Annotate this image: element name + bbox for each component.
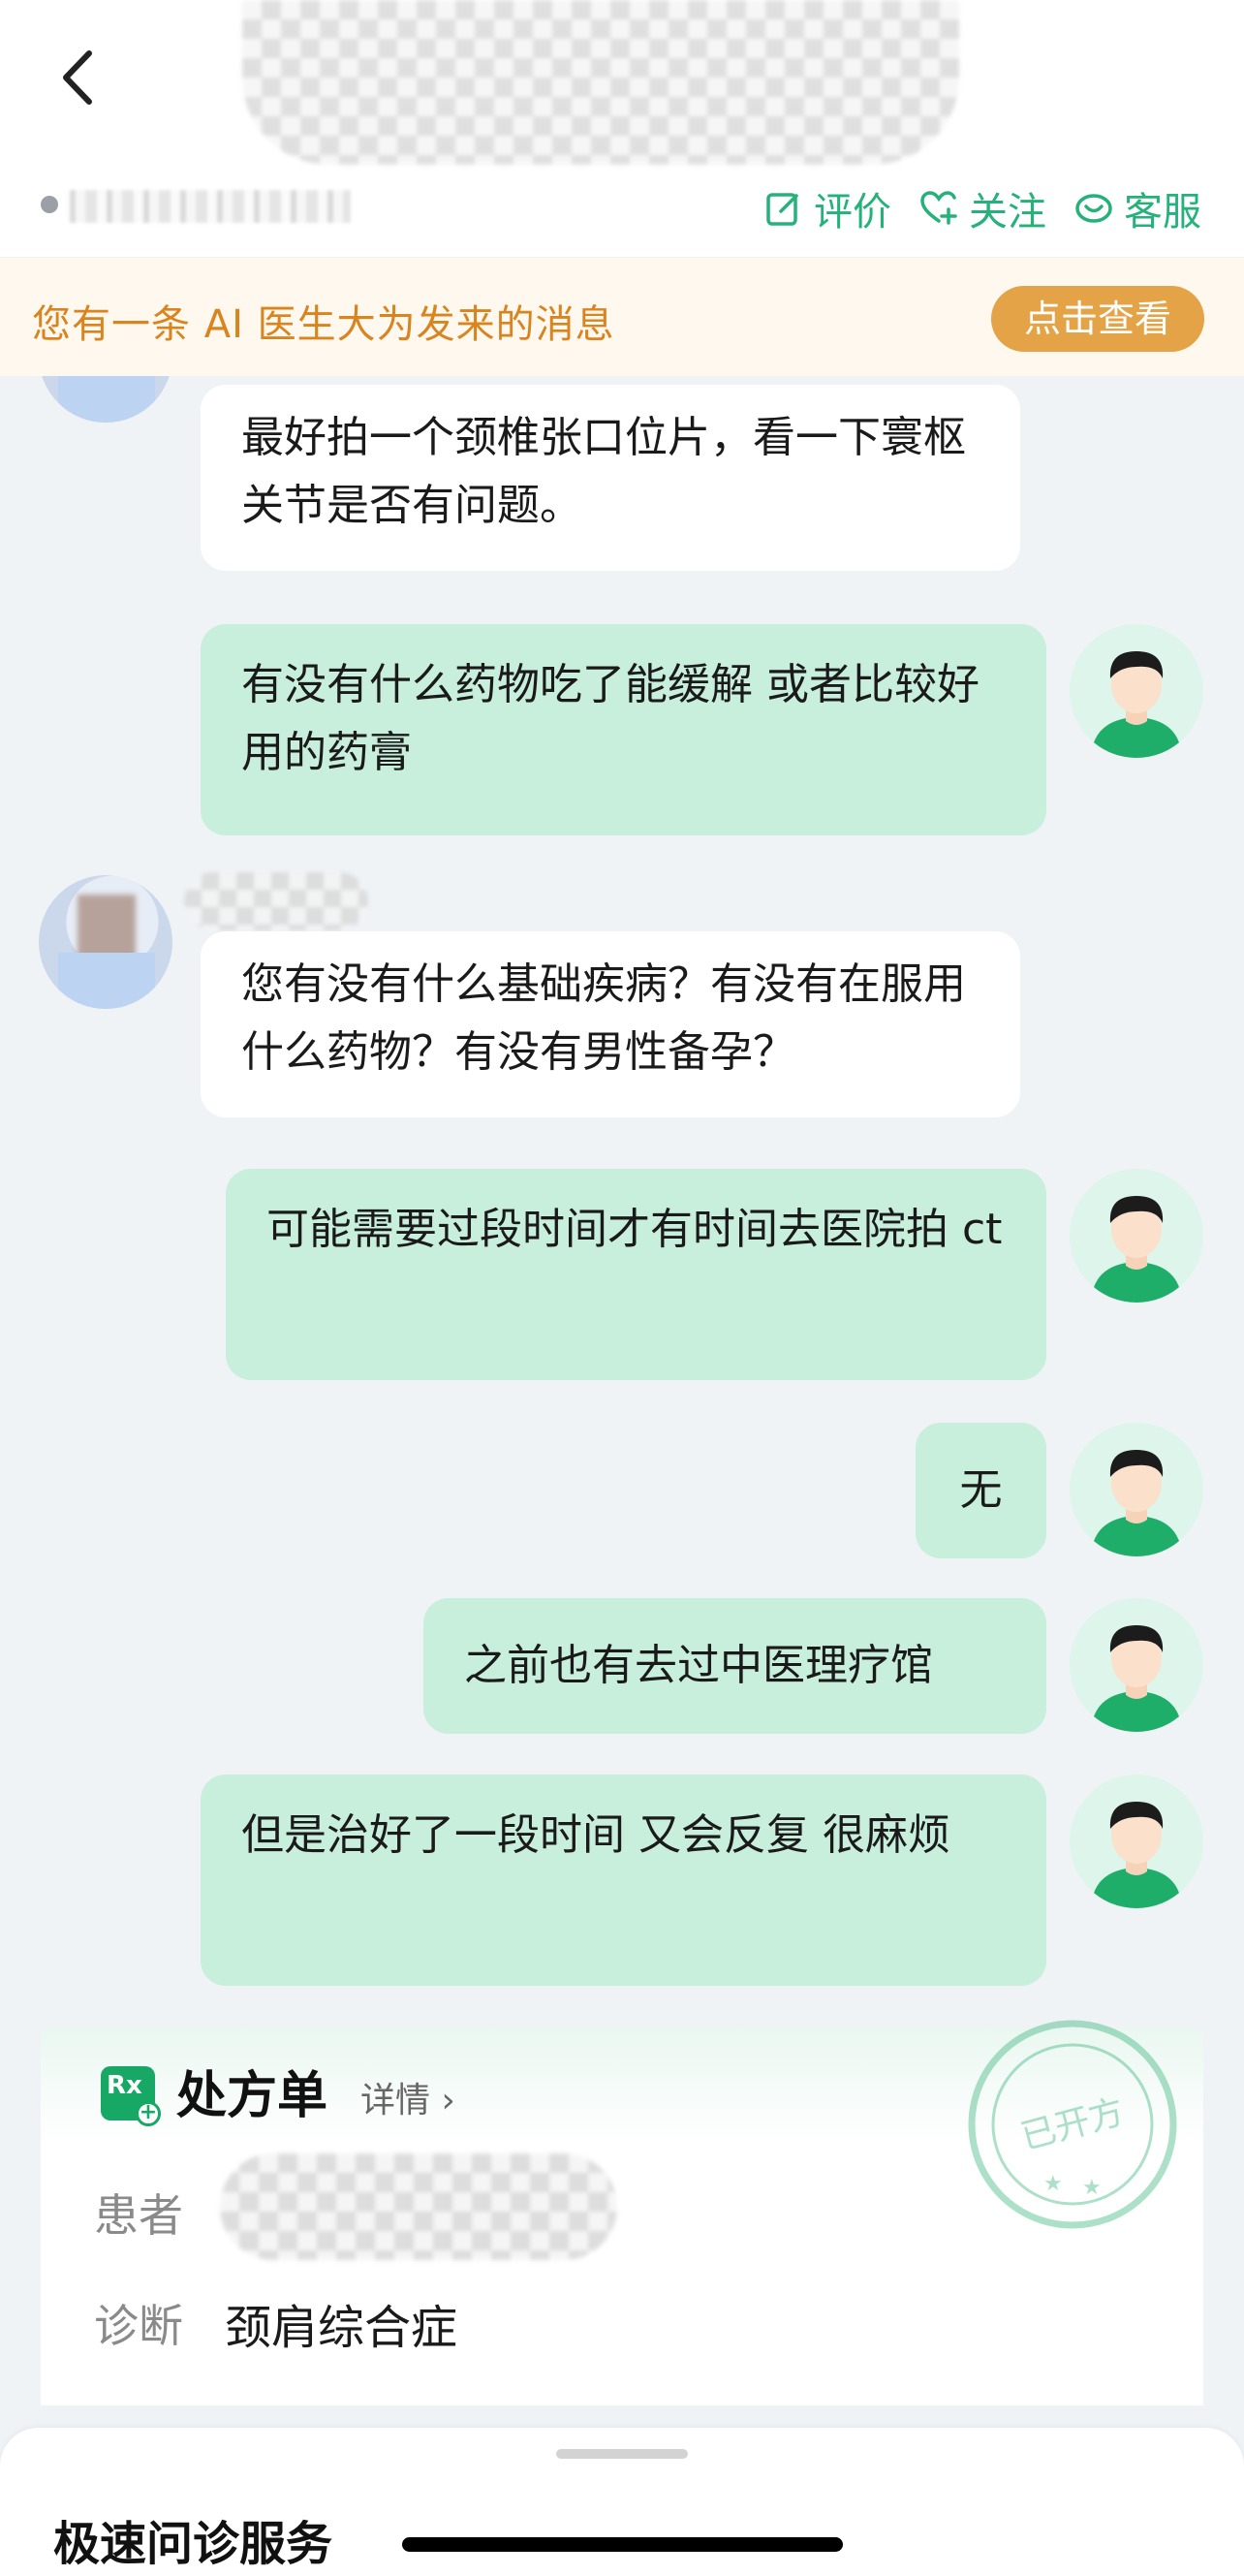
user-avatar[interactable] bbox=[1070, 1169, 1203, 1303]
patient-label: 患者 bbox=[94, 2189, 183, 2242]
user-message-bubble: 之前也有去过中医理疗馆 bbox=[423, 1598, 1046, 1734]
chat-list[interactable]: 最好拍一个颈椎张口位片，看一下寰枢关节是否有问题。 有没有什么药物吃了能缓解 或… bbox=[0, 376, 1244, 2024]
doctor-title-redacted bbox=[242, 0, 959, 165]
chevron-left-icon bbox=[63, 50, 92, 105]
stamp-text: 已开方 bbox=[1017, 2092, 1129, 2158]
notice-text: 您有一条 AI 医生大为发来的消息 bbox=[32, 302, 615, 347]
status-dot bbox=[41, 196, 58, 213]
user-avatar[interactable] bbox=[1070, 1598, 1203, 1732]
diagnosis-value: 颈肩综合症 bbox=[225, 2301, 458, 2355]
header-actions: 评价 关注 客服 bbox=[763, 180, 1201, 236]
doctor-message-bubble: 最好拍一个颈椎张口位片，看一下寰枢关节是否有问题。 bbox=[201, 385, 1020, 571]
rate-label: 评价 bbox=[814, 190, 891, 235]
user-avatar[interactable] bbox=[1070, 1423, 1203, 1556]
user-avatar[interactable] bbox=[1070, 624, 1203, 758]
follow-label: 关注 bbox=[969, 190, 1046, 235]
customer-service-button[interactable]: 客服 bbox=[1073, 180, 1201, 236]
customer-service-label: 客服 bbox=[1124, 190, 1201, 235]
rate-button[interactable]: 评价 bbox=[763, 180, 891, 236]
user-avatar-icon bbox=[1070, 1775, 1203, 1908]
user-avatar-icon bbox=[1070, 1598, 1203, 1732]
user-avatar[interactable] bbox=[1070, 1775, 1203, 1908]
diagnosis-label: 诊断 bbox=[94, 2300, 183, 2352]
user-avatar-icon bbox=[1070, 624, 1203, 758]
prescription-detail-link[interactable]: 详情 › bbox=[360, 2072, 455, 2122]
doctor-message-bubble: 您有没有什么基础疾病？有没有在服用什么药物？有没有男性备孕？ bbox=[201, 931, 1020, 1117]
user-avatar-icon bbox=[1070, 1423, 1203, 1556]
svg-text:★: ★ bbox=[1082, 2176, 1102, 2200]
heart-plus-icon bbox=[920, 191, 957, 225]
follow-button[interactable]: 关注 bbox=[918, 180, 1046, 236]
doctor-avatar[interactable] bbox=[39, 376, 172, 423]
prescription-title: 处方单 bbox=[176, 2067, 328, 2125]
edit-icon bbox=[766, 193, 798, 226]
headset-icon bbox=[1075, 194, 1112, 223]
user-avatar-icon bbox=[1070, 1169, 1203, 1303]
svg-text:★: ★ bbox=[1043, 2172, 1063, 2196]
view-message-button[interactable]: 点击查看 bbox=[991, 286, 1204, 352]
back-button[interactable] bbox=[48, 44, 107, 111]
prescription-icon: Rx + bbox=[101, 2066, 161, 2126]
bottom-sheet[interactable]: 极速问诊服务 bbox=[0, 2428, 1244, 2576]
user-message-bubble: 有没有什么药物吃了能缓解 或者比较好用的药膏 bbox=[201, 624, 1046, 835]
user-message-bubble: 但是治好了一段时间 又会反复 很麻烦 bbox=[201, 1775, 1046, 1986]
prescription-card[interactable]: Rx + 处方单 详情 › 患者 诊断 颈肩综合症 已开方 ★ ★ bbox=[41, 2020, 1203, 2405]
prescribed-stamp-icon: 已开方 ★ ★ bbox=[968, 2020, 1177, 2229]
user-message-bubble: 无 bbox=[916, 1423, 1046, 1558]
doctor-name-redacted bbox=[184, 872, 368, 930]
header: 评价 关注 客服 bbox=[0, 0, 1244, 257]
sheet-grabber[interactable] bbox=[556, 2449, 688, 2459]
patient-name-redacted bbox=[220, 2153, 617, 2260]
sheet-title: 极速问诊服务 bbox=[53, 2517, 333, 2571]
doctor-avatar[interactable] bbox=[39, 875, 172, 1009]
doctor-info-redacted bbox=[70, 190, 351, 223]
home-indicator bbox=[402, 2537, 843, 2552]
user-message-bubble: 可能需要过段时间才有时间去医院拍 ct bbox=[226, 1169, 1046, 1380]
